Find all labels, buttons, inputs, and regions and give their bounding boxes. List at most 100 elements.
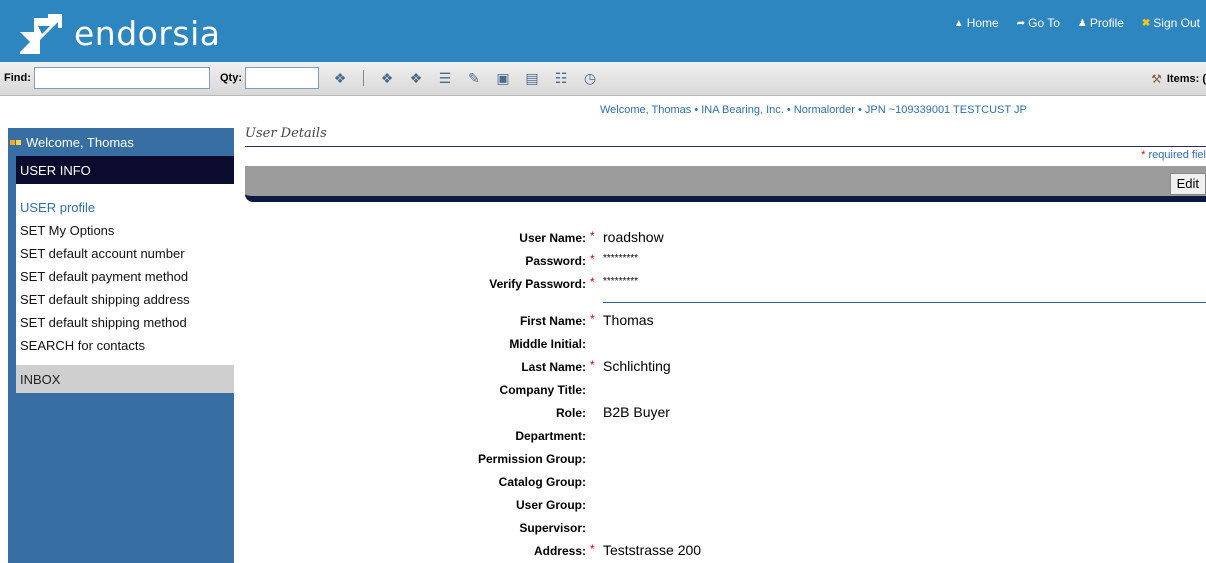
home-icon: ▲ (953, 17, 964, 29)
sidebar-welcome: Welcome, Thomas (8, 128, 234, 156)
field-row-department: Department: (300, 424, 1206, 447)
nav-goto-link[interactable]: ➦ Go To (1017, 16, 1060, 30)
field-value: ********* (603, 276, 639, 287)
sidebar-welcome-text: Welcome, Thomas (26, 134, 134, 150)
header-bar: endorsia ▲ Home ➦ Go To ♟ Profile ✖ Sign… (0, 0, 1206, 62)
field-value: Teststrasse 200 (603, 542, 702, 558)
field-label: Middle Initial: (509, 337, 586, 351)
field-label: User Group: (515, 498, 586, 512)
field-label: Supervisor: (519, 521, 586, 535)
required-fields-note: * required fiel (1141, 149, 1206, 161)
find-input[interactable] (34, 67, 210, 89)
field-value: Thomas (603, 312, 654, 328)
field-value: B2B Buyer (603, 404, 670, 420)
field-label: Address: (533, 544, 586, 558)
cart-items-indicator[interactable]: ⚒ Items: ( (1151, 72, 1206, 86)
toolbar-icons: ❖ ❖ ❖ ☰ ✎ ▣ ▤ ☷ ◷ (331, 69, 599, 87)
field-row-verify-password: Verify Password: * ********* (300, 272, 1206, 295)
account-fields: User Name: * roadshow Password: * ********* Ve… (300, 226, 1206, 295)
brand-logo[interactable]: endorsia (18, 14, 221, 54)
field-row-address: Address: * Teststrasse 200 (300, 539, 1206, 562)
nav-home-label: Home (966, 16, 999, 30)
bullet-squares-icon (10, 139, 21, 145)
field-label: User Name: (519, 231, 586, 245)
sidebar-item-default-payment[interactable]: SET default payment method (20, 265, 234, 288)
user-details-form: User Name: * roadshow Password: * ********* Ve… (300, 226, 1206, 562)
nav-signout-link[interactable]: ✖ Sign Out (1142, 16, 1200, 30)
items-label: Items: ( (1166, 73, 1206, 85)
quick-order-toolbar: Find: Qty: ❖ ❖ ❖ ☰ ✎ ▣ ▤ ☷ ◷ ⚒ Items: ( (0, 62, 1206, 96)
goto-icon: ➦ (1016, 17, 1026, 29)
signout-icon: ✖ (1141, 17, 1151, 29)
list-icon[interactable]: ☷ (552, 69, 570, 87)
field-label: Password: (525, 254, 586, 268)
field-row-last-name: Last Name: * Schlichting (300, 355, 1206, 378)
edit-button[interactable]: Edit (1169, 173, 1206, 195)
field-label: Catalog Group: (498, 475, 586, 489)
history-clock-icon[interactable]: ◷ (581, 69, 599, 87)
field-row-first-name: First Name: * Thomas (300, 309, 1206, 332)
field-row-password: Password: * ********* (300, 249, 1206, 272)
field-label: Last Name: (521, 360, 586, 374)
nav-signout-label: Sign Out (1153, 16, 1200, 30)
document-icon[interactable]: ▤ (523, 69, 541, 87)
field-row-permission-group: Permission Group: (300, 447, 1206, 470)
sidebar: Welcome, Thomas USER INFO USER profile S… (8, 128, 234, 563)
sidebar-item-user-profile[interactable]: USER profile (20, 196, 234, 219)
personal-fields: First Name: * Thomas Middle Initial: Last Na… (300, 309, 1206, 562)
cart-icon: ⚒ (1151, 72, 1162, 86)
field-value: roadshow (603, 229, 664, 245)
qty-input[interactable] (245, 67, 319, 89)
sidebar-item-default-account[interactable]: SET default account number (20, 242, 234, 265)
action-bar: Edit (245, 166, 1206, 202)
field-label: Company Title: (499, 383, 586, 397)
field-row-company-title: Company Title: (300, 378, 1206, 401)
required-star-icon: * (590, 229, 595, 243)
qty-label: Qty: (220, 72, 242, 84)
catalog-icon[interactable]: ☰ (436, 69, 454, 87)
required-star-icon: * (590, 275, 595, 289)
logo-arrows-icon (18, 14, 64, 54)
nav-profile-link[interactable]: ♟ Profile (1078, 16, 1124, 30)
field-label: Role: (556, 406, 586, 420)
field-row-middle-initial: Middle Initial: (300, 332, 1206, 355)
field-label: Department: (515, 429, 586, 443)
field-label: Verify Password: (489, 277, 586, 291)
field-row-user-group: User Group: (300, 493, 1206, 516)
field-label: First Name: (519, 314, 586, 328)
advanced-search-icon[interactable]: ❖ (407, 69, 425, 87)
sidebar-section-user-info[interactable]: USER INFO (16, 156, 234, 184)
top-navigation: ▲ Home ➦ Go To ♟ Profile ✖ Sign Out (954, 16, 1200, 30)
sidebar-item-default-shipping-method[interactable]: SET default shipping method (20, 311, 234, 334)
sidebar-item-default-shipping-address[interactable]: SET default shipping address (20, 288, 234, 311)
brand-name: endorsia (74, 14, 221, 53)
field-value: ********* (603, 253, 639, 264)
field-row-role: Role: B2B Buyer (300, 401, 1206, 424)
nav-home-link[interactable]: ▲ Home (954, 16, 999, 30)
field-row-supervisor: Supervisor: (300, 516, 1206, 539)
field-row-user-name: User Name: * roadshow (300, 226, 1206, 249)
field-label: Permission Group: (477, 452, 586, 466)
edit-order-icon[interactable]: ✎ (465, 69, 483, 87)
sidebar-item-my-options[interactable]: SET My Options (20, 219, 234, 242)
toolbar-separator (363, 70, 364, 86)
add-to-cart-icon[interactable]: ❖ (331, 69, 349, 87)
field-row-catalog-group: Catalog Group: (300, 470, 1206, 493)
search-binoculars-icon[interactable]: ❖ (378, 69, 396, 87)
field-value: Schlichting (603, 358, 671, 374)
sidebar-item-search-contacts[interactable]: SEARCH for contacts (20, 334, 234, 357)
profile-icon: ♟ (1077, 17, 1087, 29)
sidebar-section-label: USER INFO (20, 162, 91, 178)
title-divider (245, 146, 1206, 147)
account-context-line: Welcome, Thomas • INA Bearing, Inc. • No… (600, 104, 1027, 116)
find-label: Find: (4, 72, 31, 84)
form-divider (300, 295, 1206, 309)
sidebar-inbox-label: INBOX (20, 371, 61, 387)
nav-profile-label: Profile (1089, 16, 1124, 30)
required-star-icon: * (590, 542, 595, 556)
required-star-icon: * (1141, 149, 1146, 161)
sidebar-section-inbox[interactable]: INBOX (16, 365, 234, 393)
required-star-icon: * (590, 312, 595, 326)
save-disk-icon[interactable]: ▣ (494, 69, 512, 87)
required-star-icon: * (590, 252, 595, 266)
